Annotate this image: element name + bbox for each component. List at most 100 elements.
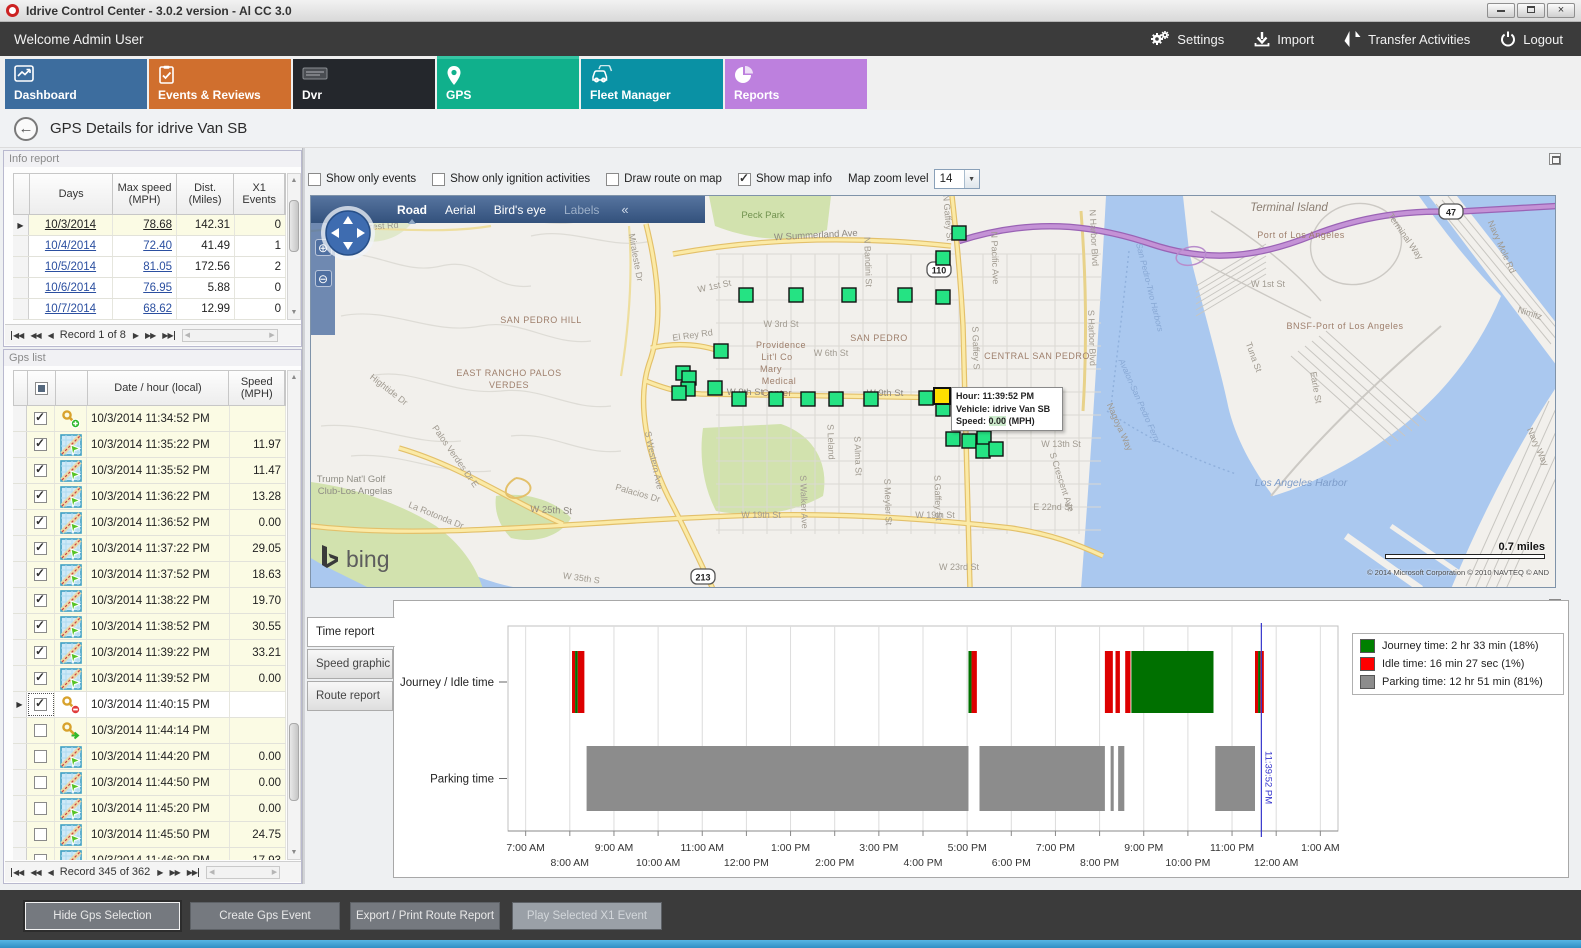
row-checkbox[interactable]: ✓ [34,594,47,607]
gps-row[interactable]: ✓10/3/2014 11:38:52 PM30.55 [13,614,286,640]
checkbox-cell[interactable]: ✓ [27,562,55,587]
gps-point-marker[interactable] [952,226,966,240]
info-row[interactable]: 10/4/201472.4041.491 [13,236,286,257]
checkbox-cell[interactable]: ✓ [27,588,55,613]
back-button[interactable]: ← [14,117,38,141]
gps-col-header[interactable]: Date / hour (local) [88,371,230,405]
gps-row[interactable]: ✓10/3/2014 11:38:22 PM19.70 [13,588,286,614]
map-compass-control[interactable] [319,204,377,262]
gps-col-header[interactable]: Speed (MPH) [229,371,285,405]
gps-row[interactable]: ✓10/3/2014 11:37:52 PM18.63 [13,562,286,588]
gps-point-marker[interactable] [789,288,803,302]
gps-point-marker[interactable] [842,288,856,302]
row-checkbox[interactable]: ✓ [34,438,47,451]
info-row[interactable]: 10/7/201468.6212.990 [13,299,286,320]
max-speed-cell[interactable]: 68.62 [113,299,177,319]
days-cell[interactable]: 10/5/2014 [29,257,113,277]
prev-page-icon[interactable]: ◀◀ [30,331,40,340]
max-speed-link[interactable]: 68.62 [143,303,172,315]
row-checkbox[interactable] [34,724,47,737]
days-link[interactable]: 10/7/2014 [45,303,96,315]
gps-row[interactable]: ✓10/3/2014 11:35:22 PM11.97 [13,432,286,458]
toolbar-action-logout[interactable]: Logout [1500,31,1563,47]
tab-events[interactable]: Events & Reviews [149,59,291,109]
gps-row[interactable]: ▶✓10/3/2014 11:40:15 PM [13,692,286,718]
gps-row[interactable]: 10/3/2014 11:44:50 PM0.00 [13,770,286,796]
map-option-checkbox[interactable] [308,173,321,186]
report-tab-speed-graphic[interactable]: Speed graphic [307,649,393,679]
map-style-aerial[interactable]: Aerial [445,203,476,217]
map-option-0[interactable]: Show only events [308,173,416,186]
zoom-out-icon[interactable]: ⊖ [315,270,332,287]
gps-point-marker[interactable] [976,444,990,458]
close-button[interactable]: × [1547,3,1575,18]
checkbox-cell[interactable]: ✓ [27,432,55,457]
map-style-road[interactable]: Road [397,203,427,217]
gps-point-marker[interactable] [714,344,728,358]
max-speed-cell[interactable]: 72.40 [113,236,177,256]
max-speed-cell[interactable]: 78.68 [113,215,177,235]
days-link[interactable]: 10/4/2014 [45,240,96,252]
gps-row[interactable]: 10/3/2014 11:45:20 PM0.00 [13,796,286,822]
map-style-birdseye[interactable]: Bird's eye [494,203,546,217]
max-speed-link[interactable]: 76.95 [143,282,172,294]
map-canvas[interactable]: Crest RdPeck ParkW Summerland AveMirales… [311,196,1556,588]
gps-point-marker[interactable] [989,442,1003,456]
row-checkbox[interactable] [34,776,47,789]
footer-button-hide-gps-selection[interactable]: Hide Gps Selection [25,902,180,930]
select-all-checkbox[interactable] [35,382,48,395]
checkbox-cell[interactable] [27,822,55,847]
map-zoom-select[interactable]: 14 ▼ [934,169,980,189]
row-checkbox[interactable]: ✓ [34,542,47,555]
toolbar-action-transfer[interactable]: Transfer Activities [1344,30,1470,48]
next-page-icon[interactable]: ▶▶ [145,331,155,340]
tab-fleet[interactable]: Fleet Manager [581,59,723,109]
checkbox-cell[interactable]: ✓ [27,614,55,639]
row-checkbox[interactable] [34,828,47,841]
checkbox-cell[interactable]: ✓ [27,536,55,561]
gps-point-marker[interactable] [919,391,933,405]
gps-row[interactable]: ✓10/3/2014 11:36:22 PM13.28 [13,484,286,510]
checkbox-cell[interactable]: ✓ [27,666,55,691]
tab-dashboard[interactable]: Dashboard [5,59,147,109]
tab-gps[interactable]: GPS [437,59,579,109]
checkbox-cell[interactable] [27,744,55,769]
prev-record-icon[interactable]: ◀ [48,868,53,877]
days-cell[interactable]: 10/7/2014 [29,299,113,319]
collapse-toolbar-button[interactable]: « [621,202,628,217]
row-checkbox[interactable] [34,802,47,815]
map-style-labels[interactable]: Labels [564,203,599,217]
checkbox-cell[interactable]: ✓ [27,510,55,535]
days-link[interactable]: 10/6/2014 [45,282,96,294]
checkbox-cell[interactable]: ✓ [27,406,55,431]
map-option-2[interactable]: Draw route on map [606,173,722,186]
footer-button-export-print-route-report[interactable]: Export / Print Route Report [350,902,500,930]
gps-row[interactable]: 10/3/2014 11:44:20 PM0.00 [13,744,286,770]
max-speed-link[interactable]: 78.68 [143,219,172,231]
map-option-checkbox[interactable] [432,173,445,186]
row-checkbox[interactable]: ✓ [34,516,47,529]
gps-row[interactable]: ✓10/3/2014 11:39:52 PM0.00 [13,666,286,692]
info-col-header[interactable]: Dist. (Miles) [177,174,235,214]
last-record-icon[interactable]: ▶▶ [162,331,174,340]
row-checkbox[interactable]: ✓ [34,672,47,685]
gps-point-marker[interactable] [708,381,722,395]
bing-map[interactable]: Crest RdPeck ParkW Summerland AveMirales… [310,195,1556,588]
report-tab-route-report[interactable]: Route report [307,681,393,711]
gps-point-marker[interactable] [898,288,912,302]
row-checkbox[interactable] [34,854,47,860]
gps-row[interactable]: 10/3/2014 11:46:20 PM17.93 [13,848,286,860]
gps-row[interactable]: ✓10/3/2014 11:35:52 PM11.47 [13,458,286,484]
info-report-pager[interactable]: ◀◀ ◀◀ ◀ Record 1 of 8 ▶ ▶▶ ▶▶ ◀▶ [5,324,301,345]
max-speed-link[interactable]: 81.05 [143,261,172,273]
gps-col-checkbox[interactable] [28,371,56,405]
info-report-scrollbar[interactable]: ▲▼ [287,173,301,320]
checkbox-cell[interactable] [27,770,55,795]
days-link[interactable]: 10/3/2014 [45,219,96,231]
gps-point-marker[interactable] [936,290,950,304]
info-col-header[interactable]: Days [30,174,113,214]
gps-point-marker[interactable] [864,392,878,406]
gps-point-marker[interactable] [936,251,950,265]
checkbox-cell[interactable] [27,848,55,860]
next-record-icon[interactable]: ▶ [133,331,138,340]
